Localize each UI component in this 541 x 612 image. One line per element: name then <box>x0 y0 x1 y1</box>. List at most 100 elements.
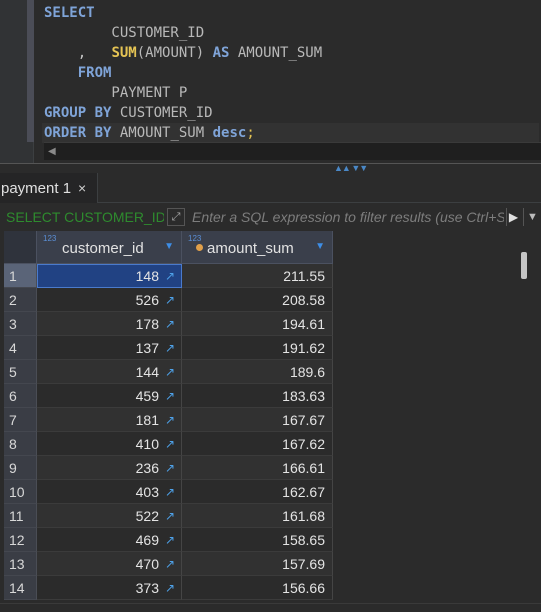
table-row[interactable]: 12 469 ↗ 158.65 <box>4 528 541 552</box>
cell-customer-id[interactable]: 470 ↗ <box>37 552 182 576</box>
code-line[interactable]: CUSTOMER_ID <box>44 23 539 43</box>
table-row[interactable]: 14 373 ↗ 156.66 <box>4 576 541 600</box>
cell-customer-id[interactable]: 148 ↗ <box>37 264 182 288</box>
row-number[interactable]: 8 <box>4 432 37 456</box>
filter-history-dropdown-icon[interactable]: ▼ <box>523 208 541 226</box>
open-reference-icon[interactable]: ↗ <box>165 384 175 408</box>
open-reference-icon[interactable]: ↗ <box>165 264 175 288</box>
row-number[interactable]: 5 <box>4 360 37 384</box>
table-row[interactable]: 7 181 ↗ 167.67 <box>4 408 541 432</box>
table-row[interactable]: 6 459 ↗ 183.63 <box>4 384 541 408</box>
row-number[interactable]: 6 <box>4 384 37 408</box>
column-header-customer-id[interactable]: 123 customer_id ▼ <box>37 231 182 264</box>
row-number[interactable]: 13 <box>4 552 37 576</box>
cell-customer-id[interactable]: 178 ↗ <box>37 312 182 336</box>
close-icon[interactable]: × <box>78 180 86 196</box>
row-number[interactable]: 12 <box>4 528 37 552</box>
cell-amount-sum[interactable]: 211.55 <box>182 264 333 288</box>
tab-label[interactable]: payment 1 <box>1 180 71 197</box>
cell-customer-id[interactable]: 522 ↗ <box>37 504 182 528</box>
row-number[interactable]: 4 <box>4 336 37 360</box>
tab-payment-1[interactable]: payment 1 × <box>0 173 98 203</box>
cell-customer-id[interactable]: 236 ↗ <box>37 456 182 480</box>
table-row[interactable]: 3 178 ↗ 194.61 <box>4 312 541 336</box>
cell-amount-sum[interactable]: 191.62 <box>182 336 333 360</box>
open-reference-icon[interactable]: ↗ <box>165 528 175 552</box>
row-number[interactable]: 2 <box>4 288 37 312</box>
cell-customer-id[interactable]: 459 ↗ <box>37 384 182 408</box>
sql-editor[interactable]: SELECT CUSTOMER_ID , SUM(AMOUNT) AS AMOU… <box>0 0 541 163</box>
filter-input[interactable] <box>187 206 504 228</box>
cell-customer-id[interactable]: 144 ↗ <box>37 360 182 384</box>
table-row[interactable]: 2 526 ↗ 208.58 <box>4 288 541 312</box>
cell-customer-id[interactable]: 526 ↗ <box>37 288 182 312</box>
grid-horizontal-scrollbar[interactable] <box>0 603 541 612</box>
cell-amount-sum[interactable]: 166.61 <box>182 456 333 480</box>
code-line[interactable]: PAYMENT P <box>44 83 539 103</box>
cell-customer-id[interactable]: 181 ↗ <box>37 408 182 432</box>
code-line[interactable]: GROUP BY CUSTOMER_ID <box>44 103 539 123</box>
table-row[interactable]: 8 410 ↗ 167.62 <box>4 432 541 456</box>
grid-corner[interactable] <box>4 231 37 264</box>
row-number[interactable]: 1 <box>4 264 37 288</box>
row-number[interactable]: 7 <box>4 408 37 432</box>
row-number[interactable]: 11 <box>4 504 37 528</box>
cell-customer-id[interactable]: 137 ↗ <box>37 336 182 360</box>
row-number[interactable]: 14 <box>4 576 37 600</box>
code-line[interactable]: SELECT <box>44 3 539 23</box>
table-row[interactable]: 13 470 ↗ 157.69 <box>4 552 541 576</box>
open-reference-icon[interactable]: ↗ <box>165 312 175 336</box>
open-reference-icon[interactable]: ↗ <box>165 552 175 576</box>
cell-amount-sum[interactable]: 167.62 <box>182 432 333 456</box>
code-line[interactable]: FROM <box>44 63 539 83</box>
cell-amount-sum[interactable]: 208.58 <box>182 288 333 312</box>
results-grid[interactable]: 123 customer_id ▼ 123 amount_sum ▼ 1 148 ↗… <box>4 231 541 603</box>
column-header-amount-sum[interactable]: 123 amount_sum ▼ <box>182 231 333 264</box>
open-reference-icon[interactable]: ↗ <box>165 408 175 432</box>
grid-vertical-scrollbar[interactable] <box>518 250 528 601</box>
cell-customer-id[interactable]: 373 ↗ <box>37 576 182 600</box>
open-reference-icon[interactable]: ↗ <box>165 456 175 480</box>
open-reference-icon[interactable]: ↗ <box>165 576 175 600</box>
cell-customer-id[interactable]: 469 ↗ <box>37 528 182 552</box>
apply-filter-icon[interactable]: ▶ <box>506 208 520 226</box>
table-row[interactable]: 1 148 ↗ 211.55 <box>4 264 541 288</box>
open-reference-icon[interactable]: ↗ <box>165 336 175 360</box>
expand-filter-icon[interactable]: ⤢ <box>167 208 185 226</box>
panel-splitter[interactable]: ▲▲ ▼▼ <box>0 163 541 173</box>
open-reference-icon[interactable]: ↗ <box>165 288 175 312</box>
numeric-type-icon: 123 <box>188 234 202 243</box>
row-number[interactable]: 9 <box>4 456 37 480</box>
cell-amount-sum[interactable]: 161.68 <box>182 504 333 528</box>
scrollbar-thumb[interactable] <box>521 252 527 279</box>
cell-amount-sum[interactable]: 167.67 <box>182 408 333 432</box>
scroll-left-arrow-icon[interactable]: ◀ <box>48 146 56 157</box>
open-reference-icon[interactable]: ↗ <box>165 504 175 528</box>
cell-amount-sum[interactable]: 156.66 <box>182 576 333 600</box>
table-row[interactable]: 4 137 ↗ 191.62 <box>4 336 541 360</box>
cell-amount-sum[interactable]: 157.69 <box>182 552 333 576</box>
sort-dropdown-icon[interactable]: ▼ <box>315 241 325 252</box>
cell-amount-sum[interactable]: 183.63 <box>182 384 333 408</box>
row-number[interactable]: 10 <box>4 480 37 504</box>
row-number[interactable]: 3 <box>4 312 37 336</box>
cell-amount-sum[interactable]: 194.61 <box>182 312 333 336</box>
cell-customer-id[interactable]: 410 ↗ <box>37 432 182 456</box>
open-reference-icon[interactable]: ↗ <box>165 432 175 456</box>
sort-dropdown-icon[interactable]: ▼ <box>164 241 174 252</box>
editor-horizontal-scrollbar[interactable]: ◀ <box>44 142 541 160</box>
code-token: AMOUNT_SUM <box>111 125 213 141</box>
open-reference-icon[interactable]: ↗ <box>165 480 175 504</box>
code-line[interactable]: , SUM(AMOUNT) AS AMOUNT_SUM <box>44 43 539 63</box>
cell-amount-sum[interactable]: 189.6 <box>182 360 333 384</box>
sql-code[interactable]: SELECT CUSTOMER_ID , SUM(AMOUNT) AS AMOU… <box>42 3 539 143</box>
code-line[interactable]: ORDER BY AMOUNT_SUM desc; <box>42 123 539 143</box>
table-row[interactable]: 9 236 ↗ 166.61 <box>4 456 541 480</box>
cell-amount-sum[interactable]: 158.65 <box>182 528 333 552</box>
cell-amount-sum[interactable]: 162.67 <box>182 480 333 504</box>
cell-customer-id[interactable]: 403 ↗ <box>37 480 182 504</box>
table-row[interactable]: 11 522 ↗ 161.68 <box>4 504 541 528</box>
table-row[interactable]: 5 144 ↗ 189.6 <box>4 360 541 384</box>
open-reference-icon[interactable]: ↗ <box>165 360 175 384</box>
table-row[interactable]: 10 403 ↗ 162.67 <box>4 480 541 504</box>
